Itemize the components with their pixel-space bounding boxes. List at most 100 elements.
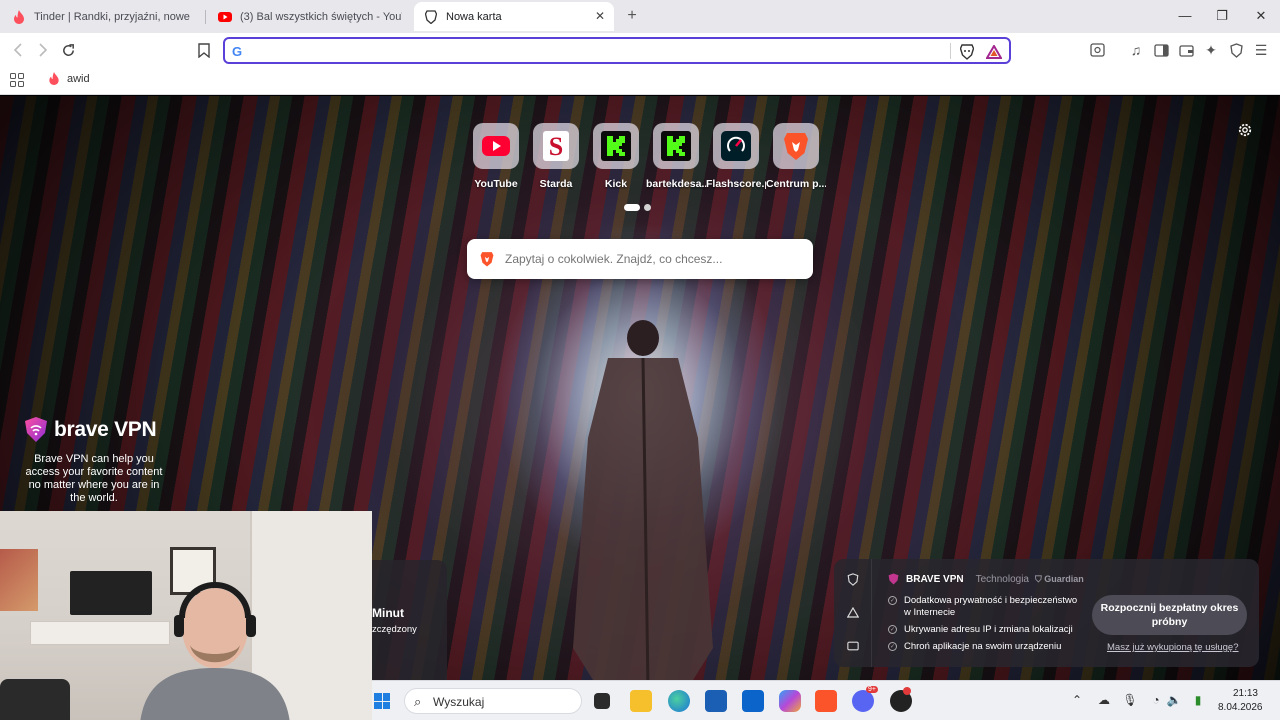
close-tab-icon[interactable]: ✕	[594, 10, 606, 22]
vpn-card-title: BRAVE VPN	[906, 573, 964, 585]
vpn-card: BRAVE VPN Technologia ⛉ Guardian ✓ Dodatk…	[834, 559, 1259, 667]
top-sites-pager[interactable]	[624, 204, 651, 211]
ntp-search-box[interactable]	[467, 239, 813, 279]
top-site-starda[interactable]: S Starda	[526, 123, 586, 190]
clock[interactable]: 21:13 8.04.2026	[1218, 687, 1263, 715]
bookmark-icon[interactable]	[195, 41, 213, 59]
outlook-icon[interactable]	[742, 690, 764, 712]
chair	[0, 679, 70, 720]
copilot-icon[interactable]	[779, 690, 801, 712]
brave-shields-icon[interactable]	[958, 43, 976, 61]
rewards-tab-icon[interactable]	[846, 605, 860, 619]
kick-icon	[653, 123, 699, 169]
microphone-icon[interactable]: 🎙	[1122, 692, 1138, 708]
leo-ai-icon[interactable]: ✦	[1202, 41, 1220, 59]
pager-dot-active[interactable]	[624, 204, 640, 211]
person-avatar	[140, 582, 290, 720]
chevron-up-icon[interactable]: ⌃	[1069, 692, 1085, 708]
tinder-icon	[12, 9, 26, 24]
edge-icon[interactable]	[668, 690, 690, 712]
brave-search-icon	[480, 251, 494, 267]
address-bar[interactable]: G	[223, 37, 1011, 64]
tinder-icon	[48, 72, 61, 85]
onedrive-icon[interactable]: ☁	[1096, 692, 1112, 708]
ntp-search-input[interactable]	[505, 250, 795, 268]
discord-badge: 9+	[866, 686, 878, 693]
new-tab-button[interactable]: +	[622, 7, 642, 27]
top-site-label: bartekdesa...	[646, 178, 706, 190]
svg-text:S: S	[549, 132, 563, 161]
maximize-icon[interactable]: ❐	[1212, 6, 1232, 26]
sidebar-icon[interactable]	[1152, 41, 1170, 59]
tab-title: Nowa karta	[446, 10, 502, 23]
starda-icon: S	[533, 123, 579, 169]
top-site-kick[interactable]: Kick	[586, 123, 646, 190]
brave-rewards-icon[interactable]	[985, 43, 1003, 61]
bookmark-label: awid	[67, 72, 90, 85]
music-icon[interactable]: ♫	[1127, 41, 1145, 59]
tab-new-tab[interactable]: Nowa karta ✕	[414, 2, 614, 31]
taskbar-search-label: Wyszukaj	[433, 695, 485, 709]
clock-time: 21:13	[1232, 688, 1258, 699]
youtube-icon	[473, 123, 519, 169]
toolbar: G ♫ ✦ ☰	[0, 33, 1280, 67]
top-site-youtube[interactable]: YouTube	[466, 123, 526, 190]
vpn-description: Brave VPN can help you access your favor…	[25, 453, 163, 504]
vpn-card-header: BRAVE VPN Technologia ⛉ Guardian	[888, 573, 1084, 585]
vpn-icon[interactable]	[1227, 41, 1245, 59]
check-icon: ✓	[888, 625, 897, 634]
top-site-label: Starda	[539, 178, 573, 190]
wall-painting	[0, 549, 38, 611]
vpn-shield-icon	[888, 573, 899, 585]
talk-tab-icon[interactable]	[846, 639, 860, 653]
tab-youtube[interactable]: (3) Bal wszystkich świętych - YouTube	[208, 2, 412, 31]
check-icon: ✓	[888, 596, 897, 605]
list-item: ✓ Chroń aplikacje na swoim urządzeniu	[888, 641, 1062, 652]
wallet-icon[interactable]	[1177, 41, 1195, 59]
divider	[950, 43, 951, 59]
task-view-icon[interactable]	[594, 693, 610, 709]
screenshot-icon[interactable]	[1088, 41, 1106, 59]
back-icon[interactable]	[9, 41, 27, 59]
clock-date: 8.04.2026	[1218, 702, 1263, 713]
bookmark-awid[interactable]: awid	[48, 72, 90, 85]
stats-title: Minut	[372, 606, 404, 620]
apps-grid-icon[interactable]	[10, 73, 24, 87]
windows-start-icon[interactable]	[374, 693, 390, 709]
minimize-icon[interactable]: —	[1175, 6, 1195, 26]
tab-separator	[205, 10, 206, 24]
close-window-icon[interactable]: ✕	[1251, 6, 1271, 26]
menu-icon[interactable]: ☰	[1252, 41, 1270, 59]
top-sites: YouTube S Starda Kick bartekdesa... Flas…	[466, 123, 826, 190]
discord-icon[interactable]	[852, 690, 874, 712]
file-explorer-icon[interactable]	[630, 690, 652, 712]
brave-icon	[424, 9, 438, 24]
brave-taskbar-icon[interactable]	[815, 690, 837, 712]
wifi-icon[interactable]: ◔	[1148, 692, 1164, 708]
pager-dot[interactable]	[644, 204, 651, 211]
stats-card: Minut zczędzony	[372, 560, 447, 680]
taskbar-search[interactable]: ⌕ Wyszukaj	[404, 688, 582, 714]
tab-title: Tinder | Randki, przyjaźni, nowe znajo	[34, 10, 192, 23]
address-input[interactable]	[249, 42, 949, 60]
store-icon[interactable]	[705, 690, 727, 712]
background-figure-image	[573, 320, 713, 680]
tab-tinder[interactable]: Tinder | Randki, przyjaźni, nowe znajo	[2, 2, 202, 31]
vpn-brand: brave VPN	[54, 417, 157, 441]
forward-icon[interactable]	[34, 41, 52, 59]
top-site-bartekdesa[interactable]: bartekdesa...	[646, 123, 706, 190]
volume-icon[interactable]: 🔈	[1166, 692, 1182, 708]
search-icon: ⌕	[414, 694, 422, 709]
already-purchased-link[interactable]: Masz już wykupioną tę usługę?	[1107, 642, 1239, 653]
start-free-trial-button[interactable]: Rozpocznij bezpłatny okres próbny	[1092, 595, 1247, 635]
top-site-flashscore[interactable]: Flashscore.pl	[706, 123, 766, 190]
vpn-shield-icon	[25, 417, 47, 442]
vpn-shield-tab-icon[interactable]	[846, 572, 860, 586]
reload-icon[interactable]	[59, 41, 77, 59]
notification-dot	[903, 687, 911, 695]
settings-gear-icon[interactable]	[1238, 123, 1254, 139]
brave-icon	[773, 123, 819, 169]
top-site-label: Centrum p...	[766, 178, 826, 190]
battery-icon[interactable]: ▮	[1190, 692, 1206, 708]
top-site-centrum[interactable]: Centrum p...	[766, 123, 826, 190]
